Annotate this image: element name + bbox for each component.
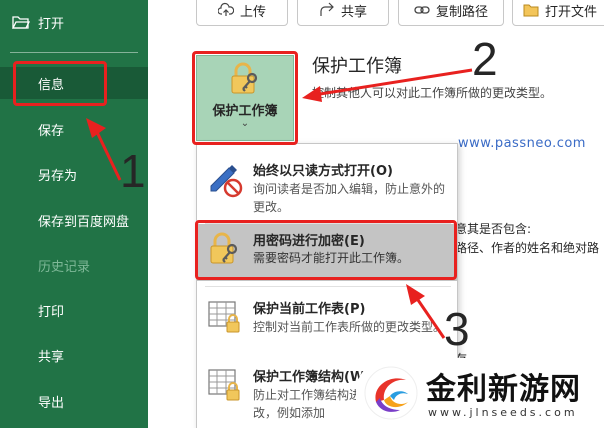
sidebar-item-label: 另存为	[38, 168, 78, 184]
annotation-number-3: 3	[444, 303, 470, 355]
annotation-number-1: 1	[120, 145, 146, 197]
annotation-number-2: 2	[472, 33, 498, 85]
protect-workbook-description: 控制其他人可以对此工作簿所做的更改类型。	[312, 86, 553, 100]
folder-open-icon	[12, 16, 30, 29]
sidebar-item-label: 历史记录	[38, 259, 91, 275]
share-button-label: 共享	[340, 4, 367, 20]
menu-separator	[205, 286, 451, 287]
menu-item-title: 保护当前工作表(P)	[253, 302, 366, 317]
sidebar-item-share[interactable]: 共享	[0, 339, 148, 371]
sidebar-item-save[interactable]: 保存	[0, 113, 148, 145]
copy-path-button[interactable]: 复制路径	[398, 0, 504, 26]
highlight-box-info	[13, 61, 107, 106]
brand-url: www.jlnseeds.com	[428, 406, 578, 419]
upload-button-label: 上传	[239, 4, 266, 20]
share-icon	[320, 2, 334, 16]
protect-workbook-title: 保护工作簿	[312, 56, 402, 77]
brand-logo-icon	[364, 366, 418, 420]
sidebar-item-export[interactable]: 导出	[0, 385, 148, 417]
brand-name: 金利新游网	[426, 372, 581, 407]
menu-item-title: 始终以只读方式打开(O)	[253, 164, 393, 179]
open-file-location-button[interactable]: 打开文件	[512, 0, 604, 26]
menu-item-always-read-only[interactable]: 始终以只读方式打开(O) 询问读者是否加入编辑，防止意外的更改。	[197, 150, 457, 220]
highlight-box-protect-workbook	[192, 51, 298, 145]
sidebar-item-label: 导出	[38, 395, 65, 411]
sidebar-item-label: 共享	[38, 349, 65, 365]
highlight-box-encrypt-password	[195, 220, 457, 280]
pencil-prohibited-icon	[210, 165, 243, 198]
sidebar-item-open[interactable]: 打开	[0, 0, 148, 44]
open-file-location-label: 打开文件	[545, 4, 598, 20]
folder-icon	[523, 4, 539, 17]
sidebar-item-open-label: 打开	[38, 16, 65, 32]
menu-item-description: 控制对当前工作表所做的更改类型。	[253, 320, 446, 334]
inspect-text-line1: 意其是否包含:	[455, 222, 532, 236]
sidebar-item-history: 历史记录	[0, 249, 148, 281]
copy-path-button-label: 复制路径	[435, 4, 488, 20]
menu-item-protect-current-sheet[interactable]: 保护当前工作表(P) 控制对当前工作表所做的更改类型。	[197, 288, 457, 358]
inspect-text-line2: 路径、作者的姓名和绝对路	[455, 241, 600, 255]
workbook-structure-lock-icon	[208, 369, 240, 401]
sheet-lock-icon	[208, 301, 240, 333]
cloud-upload-icon	[217, 2, 234, 16]
sidebar-item-label: 打印	[38, 304, 65, 320]
site-logo-watermark: 金利新游网 www.jlnseeds.com	[356, 358, 604, 428]
sidebar-item-print[interactable]: 打印	[0, 294, 148, 326]
sidebar-item-label: 保存	[38, 123, 65, 139]
upload-button[interactable]: 上传	[196, 0, 288, 26]
menu-item-description: 询问读者是否加入编辑，防止意外的更改。	[253, 182, 446, 214]
watermark-url: www.passneo.com	[458, 136, 586, 151]
share-button[interactable]: 共享	[297, 0, 389, 26]
sidebar-item-save-to-baidu[interactable]: 保存到百度网盘	[0, 204, 148, 236]
menu-item-title: 保护工作簿结构(W)	[253, 370, 371, 385]
sidebar-divider	[10, 52, 138, 53]
link-icon	[414, 6, 430, 14]
sidebar-item-label: 保存到百度网盘	[38, 214, 130, 230]
